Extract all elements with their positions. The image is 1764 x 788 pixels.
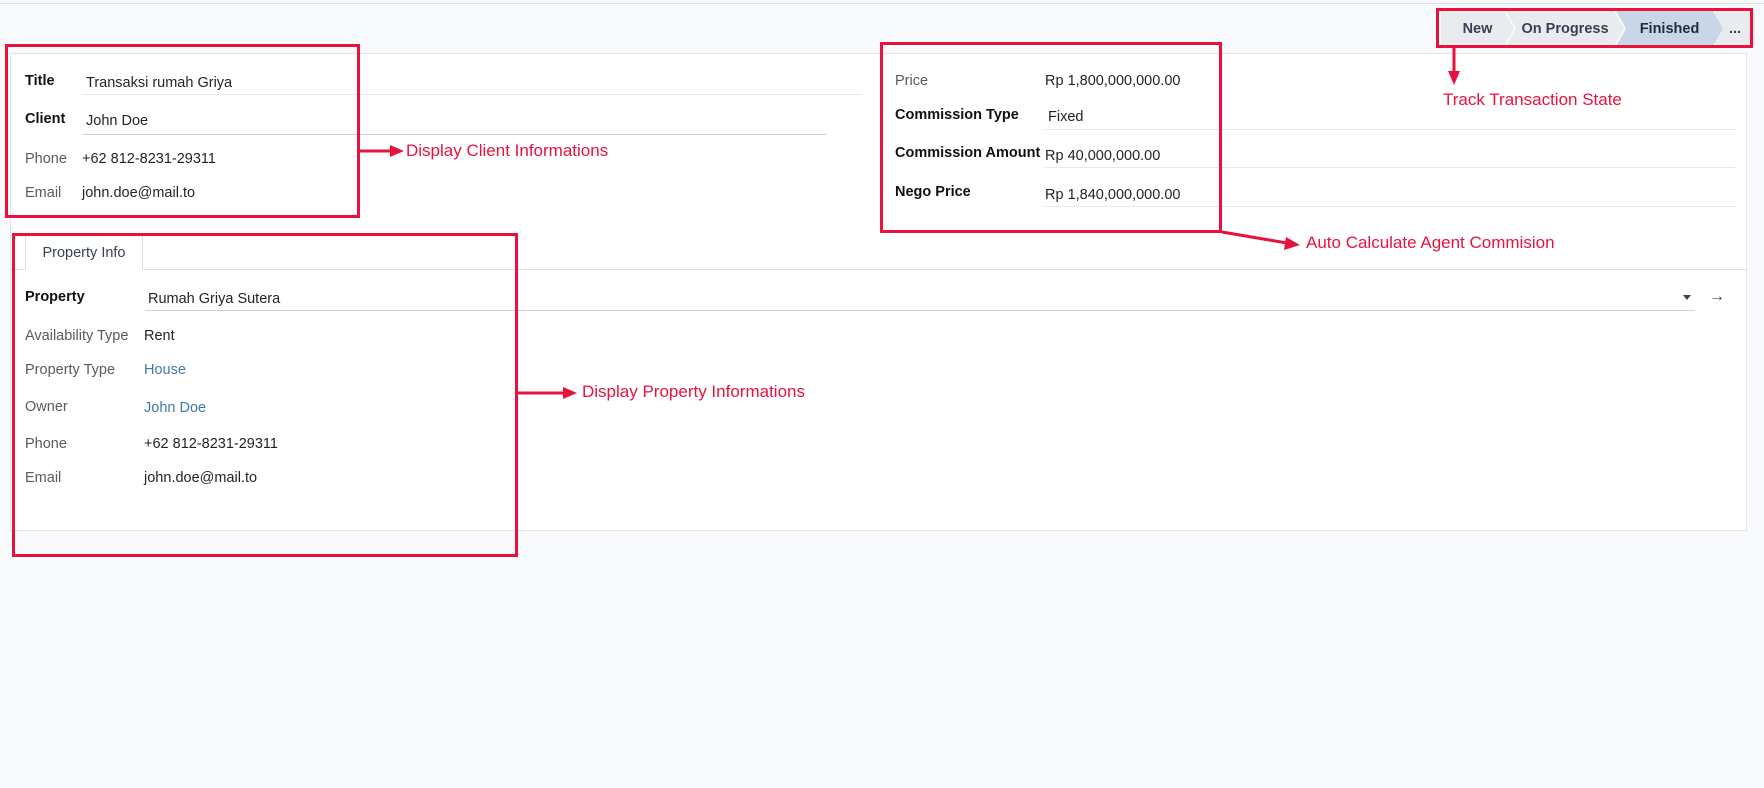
- state-annotation-note: Track Transaction State: [1443, 90, 1622, 109]
- annotation-arrows: [360, 48, 1460, 399]
- commission-arrow-head: [1284, 237, 1300, 250]
- client-arrow-head: [390, 145, 404, 157]
- state-arrow-head: [1448, 71, 1460, 85]
- commission-annotation-note: Auto Calculate Agent Commision: [1306, 233, 1555, 252]
- property-arrow-head: [563, 387, 577, 399]
- client-annotation-note: Display Client Informations: [406, 141, 609, 160]
- commission-arrow-line: [1221, 230, 1288, 245]
- property-annotation-note: Display Property Informations: [582, 382, 805, 401]
